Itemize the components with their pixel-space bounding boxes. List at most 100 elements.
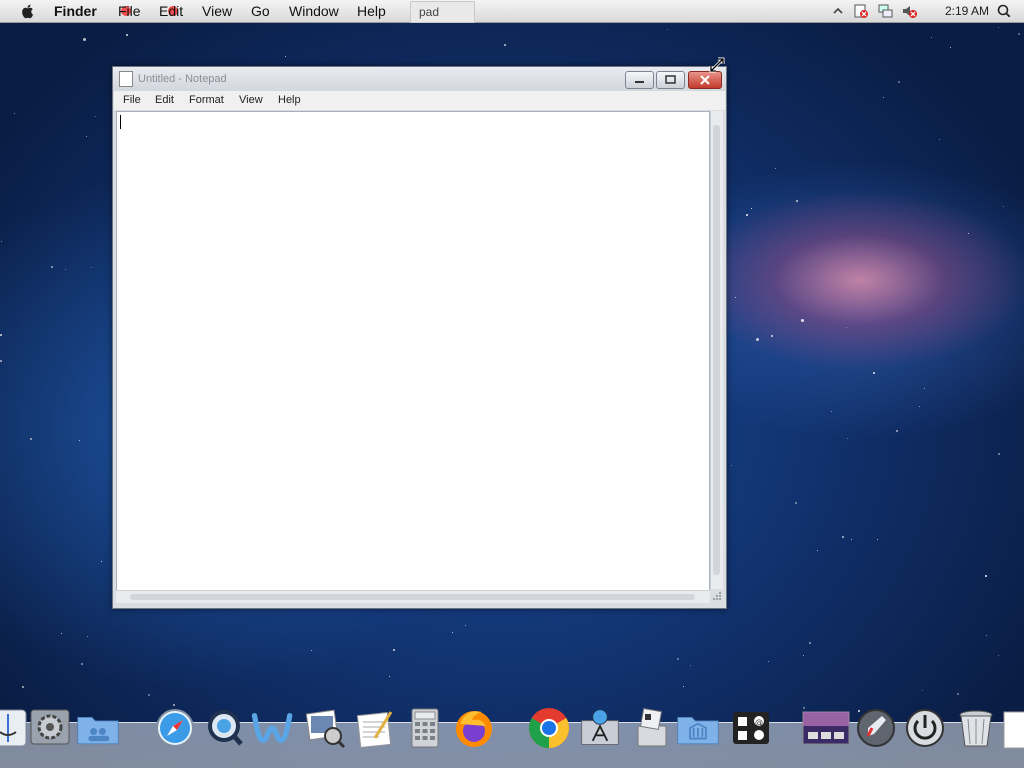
dashboard-icon[interactable]: @	[729, 706, 773, 750]
close-button[interactable]	[688, 71, 722, 89]
notepad-menu-format[interactable]: Format	[189, 94, 224, 106]
star-decoration	[87, 636, 88, 637]
disk-utility-icon[interactable]	[630, 706, 674, 750]
taskbar-notepad-button[interactable]: pad	[410, 1, 475, 23]
notepad-app-icon	[119, 71, 133, 87]
finder-icon[interactable]	[0, 706, 30, 750]
menu-file[interactable]: File	[118, 3, 141, 19]
document-icon[interactable]	[1002, 706, 1024, 750]
launchpad-icon[interactable]	[854, 706, 898, 750]
star-decoration	[847, 438, 848, 439]
resize-grip-icon[interactable]	[712, 591, 722, 601]
notepad-menu-file[interactable]: File	[123, 94, 141, 106]
menu-window[interactable]: Window	[289, 3, 339, 19]
star-decoration	[919, 406, 920, 407]
star-decoration	[504, 44, 506, 46]
star-decoration	[924, 388, 925, 389]
firefox-icon[interactable]	[452, 706, 496, 750]
notepad-text-area[interactable]	[116, 111, 710, 591]
network-icon[interactable]	[877, 3, 893, 19]
star-decoration	[735, 297, 736, 298]
mission-control-icon[interactable]	[802, 706, 850, 750]
volume-muted-icon[interactable]	[901, 3, 917, 19]
star-decoration	[61, 633, 62, 634]
horizontal-scroll-thumb[interactable]	[130, 594, 695, 600]
notepad-menu-edit[interactable]: Edit	[155, 94, 174, 106]
textedit-icon[interactable]	[353, 706, 397, 750]
menu-finder[interactable]: Finder	[54, 3, 97, 19]
calculator-icon[interactable]	[403, 706, 447, 750]
notepad-window[interactable]: Untitled - Notepad File Edit Format View…	[112, 66, 727, 609]
star-decoration	[79, 440, 80, 441]
svg-text:@: @	[755, 718, 763, 727]
star-decoration	[677, 658, 679, 660]
notepad-menu-help[interactable]: Help	[278, 94, 301, 106]
star-decoration	[846, 327, 847, 328]
star-decoration	[30, 438, 32, 440]
iphoto-icon[interactable]	[303, 706, 347, 750]
chrome-icon[interactable]	[527, 706, 571, 750]
app-store-icon[interactable]	[578, 706, 622, 750]
star-decoration	[796, 200, 798, 202]
star-decoration	[667, 29, 668, 30]
menu-edit[interactable]: Edit	[159, 3, 183, 19]
star-decoration	[986, 635, 987, 636]
vertical-scrollbar[interactable]	[710, 111, 723, 589]
star-decoration	[795, 502, 797, 504]
word-icon[interactable]	[251, 706, 295, 750]
apple-icon[interactable]	[19, 2, 37, 20]
window-title: Untitled - Notepad	[138, 73, 227, 85]
star-decoration	[148, 694, 150, 696]
shutdown-icon[interactable]	[903, 706, 947, 750]
star-decoration	[775, 168, 776, 169]
menu-help[interactable]: Help	[357, 3, 386, 19]
window-titlebar[interactable]: Untitled - Notepad	[113, 67, 726, 91]
star-decoration	[1, 241, 2, 242]
star-decoration	[126, 34, 128, 36]
maximize-button[interactable]	[656, 71, 685, 89]
star-decoration	[81, 663, 83, 665]
users-folder-icon[interactable]	[76, 706, 120, 750]
star-decoration	[86, 136, 87, 137]
star-decoration	[968, 233, 969, 234]
star-decoration	[817, 550, 818, 551]
vertical-scroll-thumb[interactable]	[713, 125, 720, 575]
quicktime-icon[interactable]	[203, 706, 247, 750]
star-decoration	[751, 208, 752, 209]
star-decoration	[0, 334, 2, 336]
star-decoration	[452, 632, 453, 633]
menu-view[interactable]: View	[202, 3, 232, 19]
star-decoration	[998, 655, 999, 656]
flag-alert-icon[interactable]	[853, 3, 869, 19]
star-decoration	[83, 38, 86, 41]
star-decoration	[22, 686, 24, 688]
star-decoration	[883, 97, 884, 98]
horizontal-scrollbar[interactable]	[116, 590, 710, 603]
star-decoration	[985, 575, 987, 577]
star-decoration	[851, 539, 852, 540]
applications-folder-icon[interactable]	[676, 706, 720, 750]
star-decoration	[1018, 33, 1020, 35]
star-decoration	[896, 430, 898, 432]
star-decoration	[51, 266, 53, 268]
minimize-button[interactable]	[625, 71, 654, 89]
menu-bar: Finder File Edit View Go Window Help pad…	[0, 0, 1024, 23]
clock[interactable]: 2:19 AM	[945, 4, 989, 18]
minimize-icon	[635, 81, 644, 83]
spotlight-search-icon[interactable]	[996, 3, 1012, 19]
safari-icon[interactable]	[153, 706, 197, 750]
close-icon	[700, 75, 710, 85]
menu-go[interactable]: Go	[251, 3, 270, 19]
arrow-up-icon[interactable]	[830, 3, 846, 19]
star-decoration	[65, 269, 66, 270]
star-decoration	[101, 561, 102, 562]
trash-icon[interactable]	[954, 706, 998, 750]
star-decoration	[0, 360, 2, 362]
notepad-menu-view[interactable]: View	[239, 94, 263, 106]
star-decoration	[91, 267, 92, 268]
star-decoration	[931, 37, 932, 38]
star-decoration	[389, 676, 390, 677]
system-preferences-icon[interactable]	[28, 706, 72, 750]
star-decoration	[311, 650, 312, 651]
star-decoration	[1003, 206, 1004, 207]
